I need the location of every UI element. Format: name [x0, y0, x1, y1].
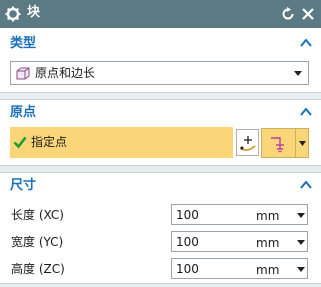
collapse-icon[interactable]: [300, 38, 312, 48]
reset-icon[interactable]: [281, 7, 295, 21]
width-input[interactable]: 100 mm: [171, 231, 308, 252]
check-icon: [13, 136, 27, 149]
height-label: 高度 (ZC): [11, 262, 65, 276]
chevron-down-icon[interactable]: [297, 267, 305, 272]
type-section-label: 类型: [10, 36, 37, 51]
width-label: 宽度 (YC): [11, 235, 64, 249]
point-dialog-icon: [239, 136, 256, 151]
length-input[interactable]: 100 mm: [171, 204, 308, 225]
dropdown-divider: [295, 129, 296, 157]
specify-point-row[interactable]: 指定点: [10, 127, 233, 158]
dimensions-section-header[interactable]: 尺寸: [0, 174, 321, 198]
length-label: 长度 (XC): [11, 208, 64, 222]
origin-section-header[interactable]: 原点: [0, 101, 321, 125]
origin-section-label: 原点: [10, 105, 37, 120]
title-bar: 块: [0, 0, 321, 28]
window-title: 块: [27, 5, 41, 20]
inferred-point-icon: [271, 137, 284, 153]
type-dropdown-value: 原点和边长: [35, 66, 96, 80]
section-divider: [0, 165, 321, 173]
inferred-point-dropdown[interactable]: [261, 128, 309, 158]
chevron-down-icon[interactable]: [297, 240, 305, 245]
length-value[interactable]: 100: [176, 208, 199, 222]
collapse-icon[interactable]: [300, 180, 312, 190]
point-dialog-button[interactable]: [236, 129, 259, 156]
type-dropdown[interactable]: 原点和边长: [10, 61, 309, 85]
dimensions-section-label: 尺寸: [10, 178, 37, 193]
panel-bottom-edge: [0, 283, 321, 287]
specify-point-label: 指定点: [31, 135, 68, 149]
block-icon: [16, 67, 30, 80]
chevron-down-icon[interactable]: [299, 141, 306, 146]
chevron-down-icon: [294, 71, 302, 76]
height-input[interactable]: 100 mm: [171, 258, 308, 279]
length-unit[interactable]: mm: [256, 209, 279, 223]
type-section-header[interactable]: 类型: [0, 32, 321, 56]
width-unit[interactable]: mm: [256, 236, 279, 250]
height-value[interactable]: 100: [176, 262, 199, 276]
width-value[interactable]: 100: [176, 235, 199, 249]
close-icon[interactable]: [301, 7, 315, 21]
gear-icon[interactable]: [5, 6, 21, 22]
collapse-icon[interactable]: [300, 107, 312, 117]
section-divider: [0, 92, 321, 100]
chevron-down-icon[interactable]: [297, 213, 305, 218]
height-unit[interactable]: mm: [256, 263, 279, 277]
